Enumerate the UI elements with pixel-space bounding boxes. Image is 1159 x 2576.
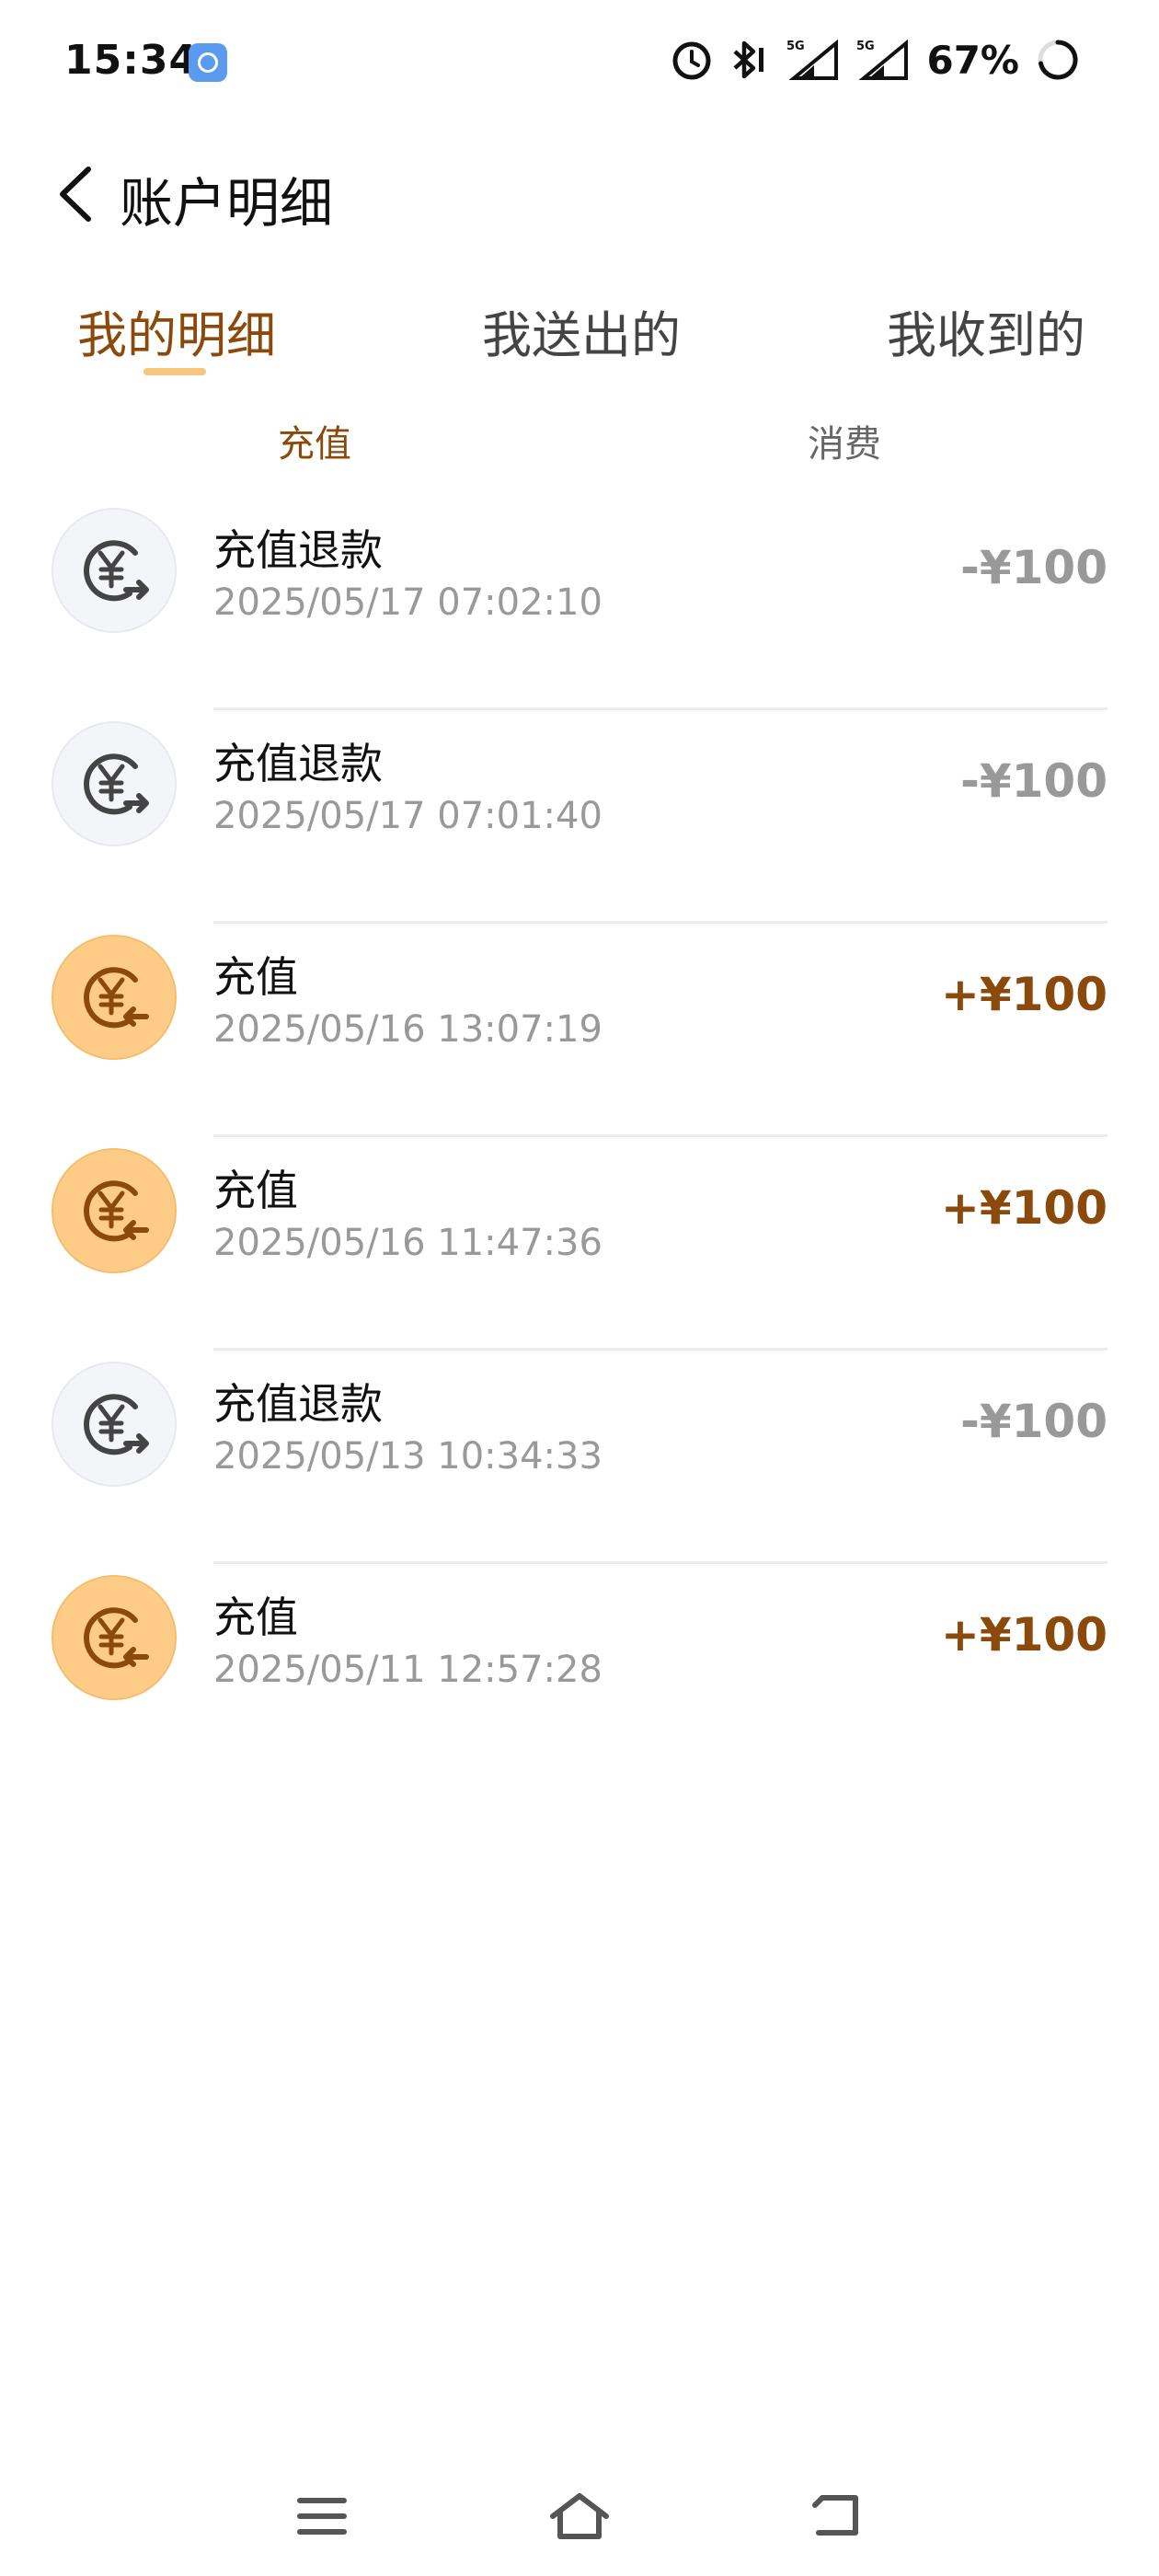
transaction-title: 充值: [213, 1593, 298, 1642]
battery-percent: 67%: [926, 37, 1019, 83]
page-title: 账户明细: [120, 172, 334, 235]
back-button[interactable]: [52, 164, 103, 224]
svg-text:5G: 5G: [856, 40, 875, 53]
list-item[interactable]: 充值 2025/05/16 13:07:19 +¥100: [0, 924, 1159, 1137]
back-arrow-icon: [812, 2495, 858, 2536]
transaction-title: 充值退款: [213, 1379, 383, 1429]
system-nav-bar: [0, 2466, 1159, 2567]
menu-icon: [297, 2498, 347, 2535]
yuan-charge-icon: [52, 1148, 177, 1273]
alarm-icon: [672, 41, 711, 80]
tab-received[interactable]: 我收到的: [887, 294, 1085, 367]
signal-icon: 5G: [786, 39, 839, 80]
transaction-amount: -¥100: [960, 1395, 1107, 1448]
transaction-title: 充值: [213, 952, 298, 1002]
transaction-time: 2025/05/17 07:02:10: [213, 581, 602, 624]
chevron-left-icon: [60, 167, 91, 222]
battery-ring-icon: [1038, 40, 1078, 80]
list-item[interactable]: 充值 2025/05/16 11:47:36 +¥100: [0, 1137, 1159, 1351]
transaction-amount: +¥100: [940, 968, 1107, 1021]
tab-indicator: [143, 368, 206, 375]
transaction-time: 2025/05/16 13:07:19: [213, 1008, 602, 1051]
transaction-time: 2025/05/16 11:47:36: [213, 1222, 602, 1264]
subtab-consumption[interactable]: 消费: [808, 414, 881, 467]
tab-my-details[interactable]: 我的明细: [77, 294, 276, 367]
signal-icon: 5G: [856, 39, 909, 80]
bluetooth-icon: [733, 40, 764, 79]
app-icon: [189, 43, 227, 82]
list-item[interactable]: 充值退款 2025/05/17 07:01:40 -¥100: [0, 710, 1159, 924]
nav-home-button[interactable]: [543, 2484, 616, 2548]
svg-text:5G: 5G: [786, 40, 805, 53]
status-time: 15:34: [64, 37, 199, 84]
sub-tabs: 充值 消费: [0, 414, 1159, 469]
yuan-refund-icon: [52, 721, 177, 846]
transaction-time: 2025/05/17 07:01:40: [213, 795, 602, 837]
nav-menu-button[interactable]: [285, 2484, 359, 2548]
home-icon: [550, 2493, 609, 2539]
yuan-refund-icon: [52, 1362, 177, 1487]
yuan-refund-icon: [52, 508, 177, 633]
transaction-amount: +¥100: [940, 1181, 1107, 1235]
yuan-charge-icon: [52, 1575, 177, 1700]
tab-sent[interactable]: 我送出的: [482, 294, 681, 367]
transaction-amount: -¥100: [960, 541, 1107, 594]
transaction-title: 充值退款: [213, 525, 383, 575]
nav-back-button[interactable]: [800, 2484, 874, 2548]
transaction-amount: +¥100: [940, 1608, 1107, 1662]
status-icons: 5G 5G 67%: [671, 37, 1080, 83]
yuan-charge-icon: [52, 935, 177, 1060]
header: 账户明细: [0, 147, 1159, 239]
transaction-title: 充值: [213, 1166, 298, 1215]
transaction-title: 充值退款: [213, 739, 383, 788]
transaction-list: 充值退款 2025/05/17 07:02:10 -¥100 充值退款 2025…: [0, 497, 1159, 1777]
transaction-amount: -¥100: [960, 754, 1107, 808]
status-bar: 15:34 5G 5G 67%: [0, 0, 1159, 129]
list-item[interactable]: 充值退款 2025/05/13 10:34:33 -¥100: [0, 1351, 1159, 1564]
subtab-recharge[interactable]: 充值: [278, 414, 351, 467]
list-item[interactable]: 充值 2025/05/11 12:57:28 +¥100: [0, 1564, 1159, 1777]
transaction-time: 2025/05/11 12:57:28: [213, 1649, 602, 1691]
list-item[interactable]: 充值退款 2025/05/17 07:02:10 -¥100: [0, 497, 1159, 710]
transaction-time: 2025/05/13 10:34:33: [213, 1435, 602, 1478]
